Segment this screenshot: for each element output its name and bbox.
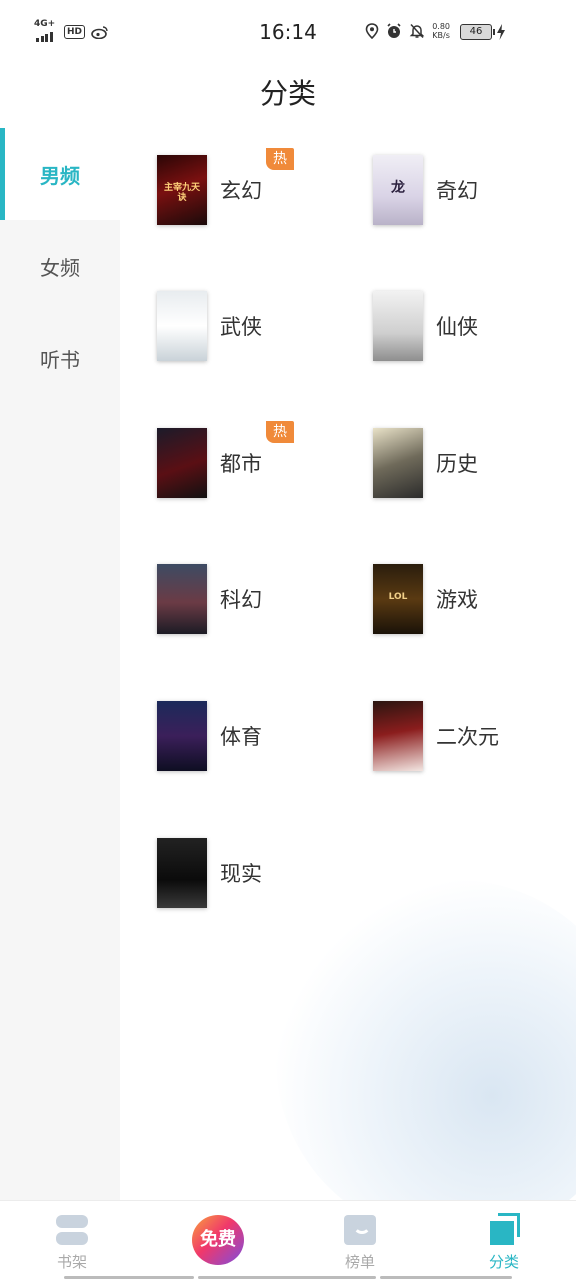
category-item-lishi[interactable]: 历史: [373, 423, 573, 503]
category-item-xuanhuan[interactable]: 主宰九天诀 玄幻 热: [157, 148, 357, 230]
page-title: 分类: [259, 77, 316, 110]
tab-category[interactable]: 分类: [432, 1201, 576, 1273]
category-cover: 龙: [373, 155, 423, 225]
category-cover: [373, 428, 423, 498]
category-cover: [157, 701, 207, 771]
network-speed: 0.80 KB/s: [432, 22, 450, 40]
category-item-xianshi[interactable]: 现实: [157, 833, 357, 913]
category-label: 仙侠: [436, 315, 478, 339]
status-right: 0.80 KB/s: [365, 22, 450, 40]
ranking-icon: [344, 1215, 376, 1245]
nav-indicator: [64, 1276, 194, 1279]
sidebar-item-audiobook[interactable]: 听书: [0, 312, 120, 404]
sidebar-item-female[interactable]: 女频: [0, 220, 120, 312]
hot-badge: 热: [266, 148, 294, 170]
charging-icon: [497, 24, 505, 40]
sidebar-item-label: 男频: [40, 163, 80, 188]
bookshelf-icon: [56, 1215, 88, 1245]
category-cover: [373, 701, 423, 771]
location-icon: [365, 23, 379, 39]
sidebar-item-label: 女频: [40, 255, 80, 280]
tab-label: 榜单: [344, 1253, 375, 1271]
signal-icon: 4G+: [34, 19, 58, 42]
battery-level: 46: [460, 24, 495, 40]
category-label: 都市: [220, 452, 262, 476]
category-cover: 主宰九天诀: [157, 155, 207, 225]
nav-indicator: [198, 1276, 376, 1279]
tab-label: 书架: [56, 1253, 87, 1271]
category-cover: [157, 291, 207, 361]
category-grid: 主宰九天诀 玄幻 热 龙 奇幻 武侠 仙侠 都市 热 历史 科幻 LOL 游戏 …: [120, 128, 576, 1200]
category-item-tiyu[interactable]: 体育: [157, 696, 357, 776]
category-label: 玄幻: [220, 179, 262, 203]
category-label: 游戏: [436, 588, 478, 612]
weibo-icon: [91, 26, 108, 39]
category-icon: [490, 1213, 520, 1245]
network-type: 4G+: [34, 19, 56, 29]
category-label: 武侠: [220, 315, 262, 339]
category-item-wuxia[interactable]: 武侠: [157, 286, 357, 366]
page-header: 分类: [0, 64, 576, 128]
sidebar-item-male[interactable]: 男频: [0, 128, 120, 220]
category-cover: [373, 291, 423, 361]
status-left: 4G+ HD: [34, 19, 109, 42]
hot-badge: 热: [266, 421, 294, 443]
category-cover: [157, 428, 207, 498]
tab-bookshelf[interactable]: 书架: [0, 1201, 144, 1273]
tab-ranking[interactable]: 榜单: [288, 1201, 432, 1273]
category-sidebar: 男频 女频 听书: [0, 128, 120, 1200]
free-badge-icon: 免费: [192, 1215, 244, 1265]
category-cover: LOL: [373, 564, 423, 634]
tab-label: 分类: [488, 1253, 519, 1271]
category-item-dushi[interactable]: 都市 热: [157, 421, 357, 503]
category-cover: [157, 564, 207, 634]
category-item-kehuan[interactable]: 科幻: [157, 559, 357, 639]
category-item-qihuan[interactable]: 龙 奇幻: [373, 150, 573, 230]
tab-free[interactable]: 免费: [144, 1201, 288, 1273]
category-item-ciyuan[interactable]: 二次元: [373, 696, 573, 776]
category-label: 现实: [220, 862, 262, 886]
battery-icon: 46: [460, 24, 495, 40]
status-bar: 4G+ HD 16:14 0.80 KB/s 46: [0, 0, 576, 64]
category-label: 奇幻: [436, 179, 478, 203]
category-item-youxi[interactable]: LOL 游戏: [373, 559, 573, 639]
bottom-nav: 书架 免费 榜单 分类: [0, 1200, 576, 1280]
category-item-xianxia[interactable]: 仙侠: [373, 286, 573, 366]
category-label: 科幻: [220, 588, 262, 612]
mute-bell-icon: [409, 23, 425, 39]
category-label: 体育: [220, 725, 262, 749]
alarm-icon: [387, 23, 401, 38]
nav-indicator: [380, 1276, 512, 1279]
category-label: 二次元: [436, 725, 499, 749]
category-label: 历史: [436, 452, 478, 476]
background-decoration: [276, 880, 576, 1200]
hd-icon: HD: [64, 25, 86, 39]
category-cover: [157, 838, 207, 908]
sidebar-item-label: 听书: [40, 347, 80, 372]
